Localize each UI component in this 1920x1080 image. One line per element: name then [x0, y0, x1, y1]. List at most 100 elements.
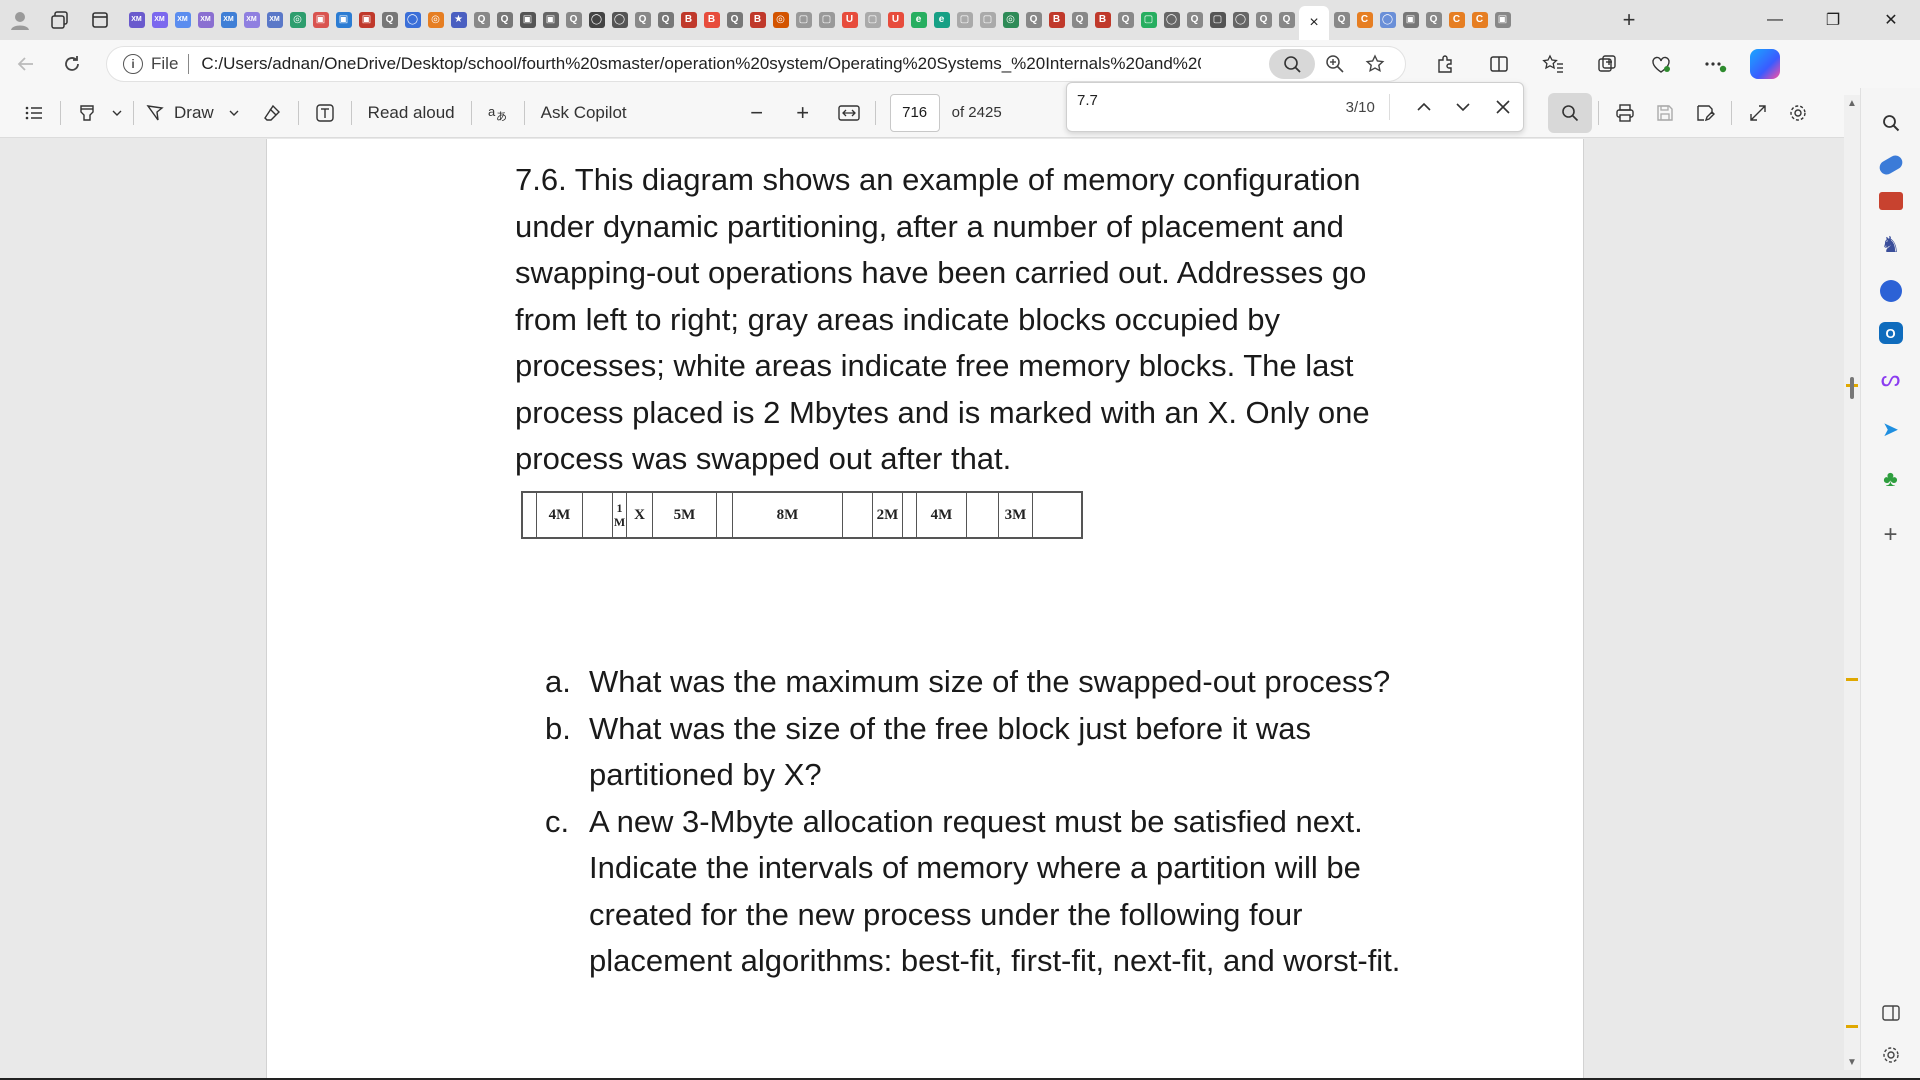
- browser-tab[interactable]: ◯: [1377, 6, 1398, 34]
- table-of-contents-icon[interactable]: [14, 93, 54, 133]
- save-as-icon[interactable]: [1685, 93, 1725, 133]
- browser-tab[interactable]: Q: [1115, 6, 1136, 34]
- browser-tab[interactable]: Q: [724, 6, 745, 34]
- browser-tab[interactable]: Q: [563, 6, 584, 34]
- browser-tab[interactable]: ◯: [1230, 6, 1251, 34]
- find-close-icon[interactable]: [1483, 87, 1523, 127]
- browser-tab[interactable]: Q: [1276, 6, 1297, 34]
- browser-tab[interactable]: B: [747, 6, 768, 34]
- browser-tab[interactable]: ◯: [586, 6, 607, 34]
- browser-tab[interactable]: Q: [1253, 6, 1274, 34]
- browser-tab[interactable]: XM: [126, 6, 147, 34]
- browser-tab[interactable]: Q: [1423, 6, 1444, 34]
- sidebar-outlook-icon[interactable]: O: [1878, 322, 1903, 344]
- print-icon[interactable]: [1605, 93, 1645, 133]
- browser-tab[interactable]: ▢: [793, 6, 814, 34]
- browser-tab[interactable]: B: [701, 6, 722, 34]
- fit-to-width-icon[interactable]: [829, 93, 869, 133]
- add-text-icon[interactable]: [305, 93, 345, 133]
- browser-tab[interactable]: XM: [149, 6, 170, 34]
- close-window-button[interactable]: ✕: [1862, 0, 1920, 40]
- ask-copilot-button[interactable]: Ask Copilot: [531, 93, 637, 133]
- browser-tab[interactable]: Q: [1331, 6, 1352, 34]
- draw-icon[interactable]: [140, 93, 170, 133]
- vertical-scrollbar[interactable]: ▲ ▼: [1844, 95, 1860, 1070]
- split-screen-icon[interactable]: [1472, 44, 1526, 84]
- zoom-in-button[interactable]: +: [783, 93, 823, 133]
- browser-tab[interactable]: e: [908, 6, 929, 34]
- browser-tab[interactable]: U: [885, 6, 906, 34]
- profile-icon[interactable]: [0, 0, 40, 40]
- sidebar-tools-briefcase-icon[interactable]: [1878, 192, 1903, 210]
- zoom-out-button[interactable]: −: [737, 93, 777, 133]
- restore-button[interactable]: ❐: [1804, 0, 1862, 40]
- immersive-reader-icon[interactable]: [1269, 49, 1315, 79]
- browser-tab[interactable]: XM: [218, 6, 239, 34]
- browser-tab[interactable]: XM: [264, 6, 285, 34]
- refresh-button[interactable]: [52, 44, 92, 84]
- browser-tab[interactable]: ▣: [310, 6, 331, 34]
- browser-tab[interactable]: ▢: [954, 6, 975, 34]
- browser-tab[interactable]: ▣: [356, 6, 377, 34]
- zoom-icon[interactable]: [1315, 49, 1355, 79]
- browser-tab[interactable]: ◎: [287, 6, 308, 34]
- browser-tab[interactable]: ◯: [609, 6, 630, 34]
- browser-tab[interactable]: Q: [494, 6, 515, 34]
- browser-tab[interactable]: B: [1092, 6, 1113, 34]
- sidebar-add-icon[interactable]: +: [1876, 520, 1906, 550]
- find-input[interactable]: [1067, 87, 1316, 127]
- browser-tab[interactable]: ▢: [816, 6, 837, 34]
- highlight-icon[interactable]: [67, 93, 107, 133]
- workspaces-icon[interactable]: [40, 0, 80, 40]
- scroll-down-arrow-icon[interactable]: ▼: [1844, 1054, 1860, 1070]
- browser-tab[interactable]: C: [1469, 6, 1490, 34]
- browser-tab[interactable]: ★: [448, 6, 469, 34]
- collections-icon[interactable]: [1580, 44, 1634, 84]
- sidebar-games-icon[interactable]: ♞: [1876, 230, 1906, 260]
- browser-tab[interactable]: ▣: [333, 6, 354, 34]
- browser-tab[interactable]: Q: [1184, 6, 1205, 34]
- browser-tab[interactable]: U: [839, 6, 860, 34]
- browser-tab[interactable]: ◯: [1161, 6, 1182, 34]
- read-aloud-button[interactable]: Read aloud: [358, 93, 465, 133]
- browser-tab[interactable]: Q: [1023, 6, 1044, 34]
- eraser-icon[interactable]: [252, 93, 292, 133]
- browser-tab[interactable]: Q: [655, 6, 676, 34]
- browser-essentials-icon[interactable]: [1634, 44, 1688, 84]
- url-text[interactable]: C:/Users/adnan/OneDrive/Desktop/school/f…: [201, 54, 1201, 74]
- save-icon[interactable]: [1645, 93, 1685, 133]
- sidebar-designer-icon[interactable]: ᔕ: [1876, 364, 1906, 394]
- sidebar-settings-gear-icon[interactable]: [1876, 1040, 1906, 1070]
- browser-tab[interactable]: ▣: [1492, 6, 1513, 34]
- fullscreen-icon[interactable]: [1738, 93, 1778, 133]
- browser-tab[interactable]: ◎: [770, 6, 791, 34]
- browser-tab[interactable]: ▢: [862, 6, 883, 34]
- browser-tab[interactable]: Q: [379, 6, 400, 34]
- browser-tab[interactable]: Q: [632, 6, 653, 34]
- browser-tab[interactable]: XM: [172, 6, 193, 34]
- minimize-button[interactable]: —: [1746, 0, 1804, 40]
- site-info-icon[interactable]: i: [123, 54, 143, 74]
- browser-tab[interactable]: B: [678, 6, 699, 34]
- copilot-icon[interactable]: [1750, 49, 1780, 79]
- browser-tab[interactable]: ▣: [517, 6, 538, 34]
- favorites-icon[interactable]: [1526, 44, 1580, 84]
- scrollbar-thumb[interactable]: [1850, 377, 1854, 399]
- sidebar-shopping-tag-icon[interactable]: [1876, 152, 1905, 178]
- find-previous-chevron-up-icon[interactable]: [1404, 87, 1444, 127]
- sidebar-search-icon[interactable]: [1876, 108, 1906, 138]
- browser-tab[interactable]: ▢: [1207, 6, 1228, 34]
- favorite-star-icon[interactable]: [1355, 49, 1395, 79]
- browser-tab[interactable]: C: [1446, 6, 1467, 34]
- browser-tab[interactable]: ▣: [540, 6, 561, 34]
- tab-actions-icon[interactable]: [80, 0, 120, 40]
- browser-tab[interactable]: XM: [241, 6, 262, 34]
- active-tab-close-button[interactable]: ×: [1299, 6, 1329, 40]
- browser-tab[interactable]: C: [1354, 6, 1375, 34]
- pdf-viewer[interactable]: 7.6. This diagram shows an example of me…: [0, 139, 1844, 1080]
- browser-tab[interactable]: ◎: [1000, 6, 1021, 34]
- browser-tab[interactable]: ◎: [425, 6, 446, 34]
- browser-tab[interactable]: Q: [471, 6, 492, 34]
- sidebar-hide-panel-icon[interactable]: [1876, 998, 1906, 1028]
- browser-tab[interactable]: B: [1046, 6, 1067, 34]
